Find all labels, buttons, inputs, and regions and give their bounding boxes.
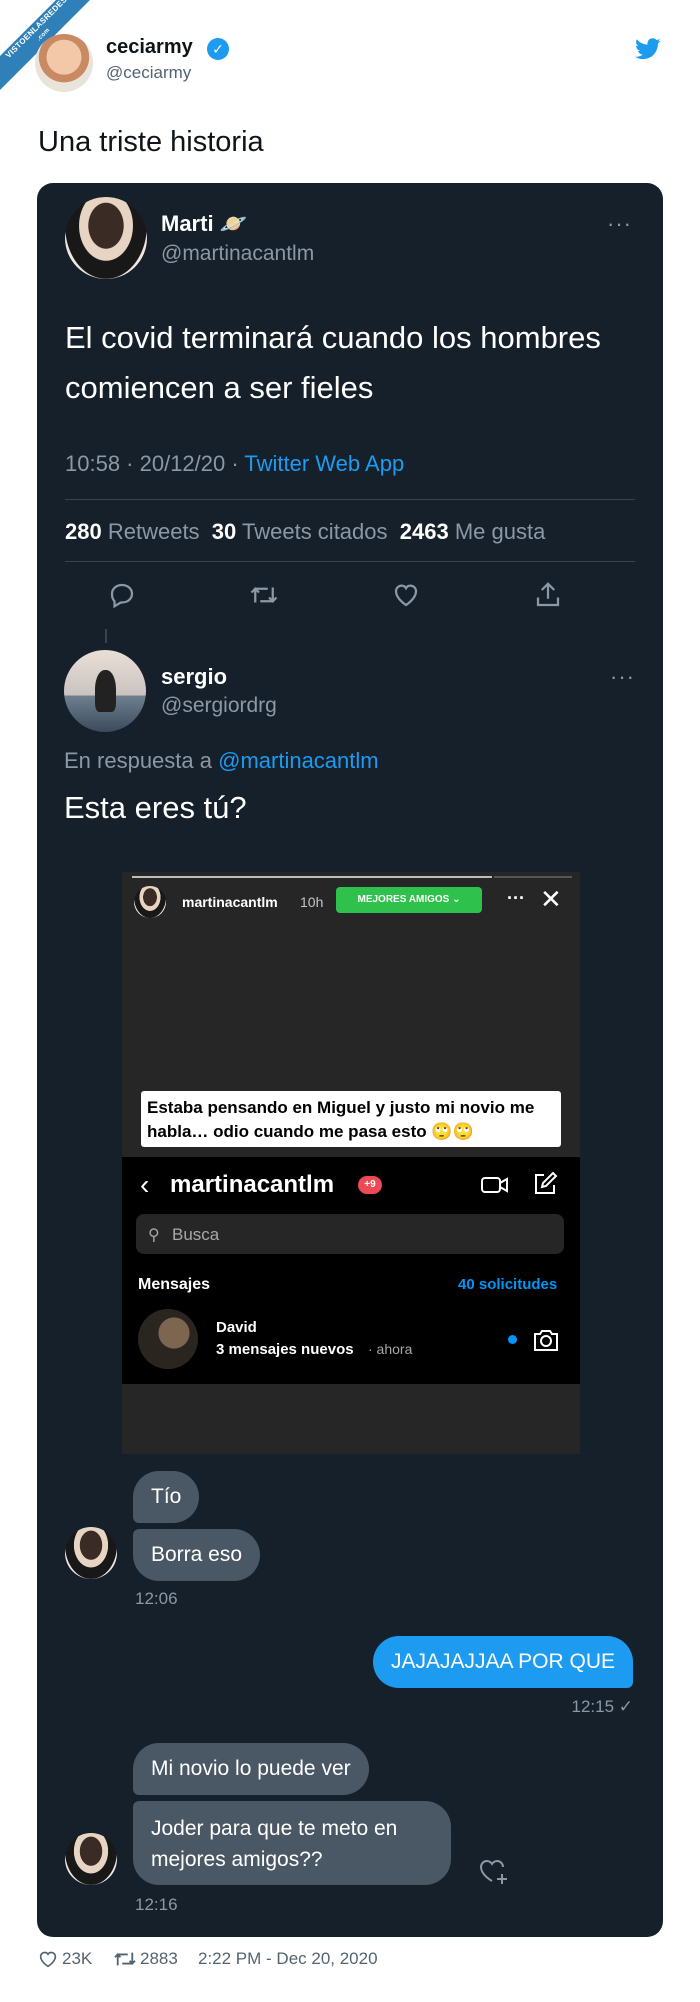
divider <box>65 561 635 562</box>
sergio-name: sergio <box>161 664 228 689</box>
saturn-icon: 🪐 <box>219 211 248 236</box>
tweet-stats: 280 Retweets 30 Tweets citados 2463 Me g… <box>65 519 545 545</box>
sergio-avatar <box>64 650 146 732</box>
share-icon <box>536 582 560 607</box>
contact-preview: 3 mensajes nuevos <box>216 1341 354 1358</box>
received-message: Tío <box>133 1471 200 1523</box>
more-options-icon: ··· <box>507 888 525 908</box>
story-caption-text: Estaba pensando en Miguel y justo mi nov… <box>147 1098 535 1141</box>
message-time: 12:16 <box>135 1895 178 1914</box>
retweets-label: Retweets <box>107 519 200 544</box>
marti-chat-avatar <box>65 1833 117 1885</box>
received-message: Mi novio lo puede ver <box>133 1743 369 1795</box>
tweet-datetime[interactable]: 2:22 PM - Dec 20, 2020 <box>198 1949 378 1969</box>
story-time: 10h <box>300 894 324 910</box>
likes-count: 2463 <box>399 519 449 544</box>
tweet-source: Twitter Web App <box>244 451 405 476</box>
video-call-icon <box>481 1177 508 1193</box>
story-caption: Estaba pensando en Miguel y justo mi nov… <box>141 1091 561 1147</box>
verified-badge-icon: ✓ <box>207 38 229 60</box>
retweets-count[interactable]: 2883 <box>140 1949 178 1969</box>
story-progress-bar <box>494 876 572 878</box>
likes-count[interactable]: 23K <box>62 1949 92 1969</box>
notification-badge: +9 <box>358 1176 382 1194</box>
camera-icon <box>534 1330 558 1351</box>
sent-message: JAJAJAJJAA POR QUE <box>372 1636 633 1688</box>
story-username: martinacantlm <box>182 894 278 910</box>
message-time-read: 12:15 ✓ <box>571 1697 633 1716</box>
author-name[interactable]: ceciarmy <box>106 36 193 59</box>
dm-search-placeholder: Busca <box>172 1225 220 1244</box>
contact-name: David <box>216 1319 257 1336</box>
more-options-icon: ··· <box>610 664 635 689</box>
retweets-count: 280 <box>65 519 102 544</box>
tweet-meta: 10:58 · 20/12/20 · Twitter Web App <box>65 451 404 477</box>
compose-icon <box>535 1171 558 1194</box>
search-icon: ⚲ <box>148 1227 160 1244</box>
unread-dot <box>508 1335 517 1344</box>
replying-to: En respuesta a @martinacantlm <box>64 748 379 774</box>
close-icon: ✕ <box>540 884 562 914</box>
replying-prefix: En respuesta a <box>64 748 212 773</box>
contact-avatar <box>138 1309 198 1369</box>
likes-label: Me gusta <box>454 519 546 544</box>
story-avatar <box>134 886 166 918</box>
sergio-handle: @sergiordrg <box>161 694 277 717</box>
more-options-icon: ··· <box>607 211 632 236</box>
dm-username: martinacantlm <box>170 1171 335 1198</box>
tweet-timestamp: 10:58 · 20/12/20 · <box>65 451 239 476</box>
marti-handle: @martinacantlm <box>161 242 315 265</box>
received-message: Borra eso <box>133 1529 261 1581</box>
replying-handle: @martinacantlm <box>218 748 379 773</box>
retweet-icon <box>250 587 278 603</box>
avatar[interactable] <box>35 34 93 92</box>
heart-icon[interactable] <box>38 1950 58 1968</box>
tweet-text: Una triste historia <box>38 126 264 158</box>
heart-icon <box>394 584 418 607</box>
reply-text: Esta eres tú? <box>64 790 247 825</box>
requests-link: 40 solicitudes <box>458 1276 558 1293</box>
messages-label: Mensajes <box>138 1276 211 1293</box>
marti-chat-avatar <box>65 1527 117 1579</box>
marti-tweet-text: El covid terminará cuando los hombres co… <box>65 320 601 405</box>
quotes-label: Tweets citados <box>242 519 388 544</box>
contact-time: · ahora <box>368 1341 413 1357</box>
best-friends-badge: MEJORES AMIGOS ⌄ <box>336 887 482 913</box>
received-message: Joder para que te meto en mejores amigos… <box>133 1801 451 1885</box>
embedded-screenshot: Marti 🪐 @martinacantlm ··· El covid term… <box>37 183 663 1937</box>
author-handle[interactable]: @ceciarmy <box>106 63 191 83</box>
story-progress-bar <box>132 876 492 878</box>
marti-name-text: Marti <box>161 211 214 236</box>
heart-reaction-icon <box>479 1859 507 1884</box>
divider <box>65 499 635 500</box>
marti-name: Marti 🪐 <box>161 211 247 237</box>
message-time: 12:06 <box>135 1589 178 1608</box>
direct-messages-panel: ‹ martinacantlm +9 ⚲ Busca Mensajes 40 s… <box>122 1157 580 1384</box>
reply-icon <box>110 583 134 609</box>
thread-line <box>105 629 107 643</box>
twitter-bird-icon[interactable] <box>635 38 661 60</box>
quotes-count: 30 <box>211 519 237 544</box>
back-icon: ‹ <box>140 1169 150 1200</box>
marti-avatar <box>65 197 147 279</box>
instagram-story-screenshot: martinacantlm 10h MEJORES AMIGOS ⌄ ··· ✕… <box>122 872 580 1454</box>
retweet-icon[interactable] <box>113 1949 137 1969</box>
